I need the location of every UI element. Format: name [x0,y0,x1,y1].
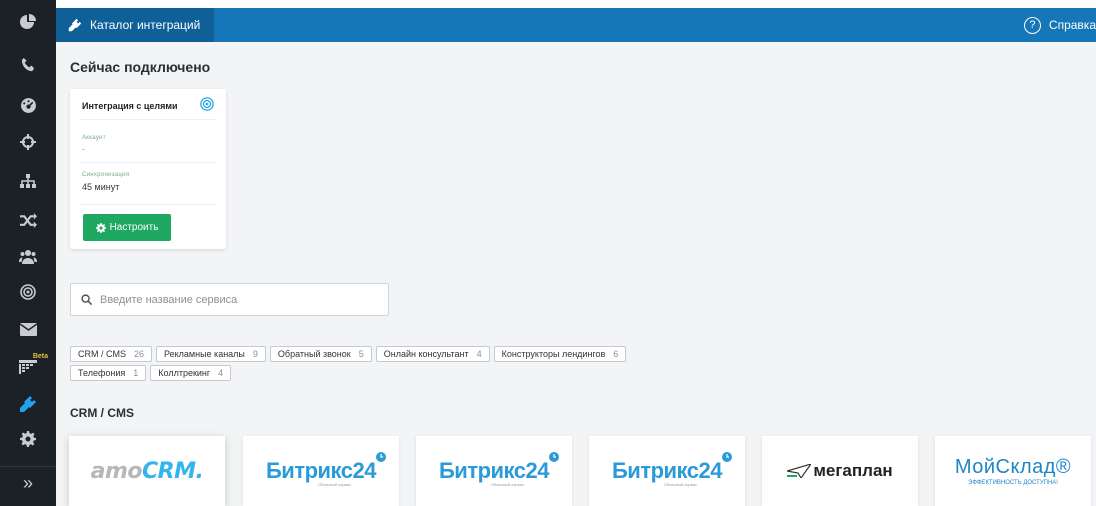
target-icon [200,97,214,111]
bitrix24-logo: Битрикс24 Облачный сервис [612,452,732,487]
question-circle-icon: ? [1023,16,1041,34]
chip-count: 5 [358,349,364,359]
chip-count: 1 [133,368,139,378]
integration-tile-moysklad[interactable]: МойСклад® ЭФФЕКТИВНОСТЬ ДОСТУПНА! [935,436,1091,506]
filter-chip-crm-cms[interactable]: CRM / CMS 26 [70,346,153,362]
clock-icon [549,452,559,462]
envelope-icon [19,322,37,336]
integration-tile-megaplan[interactable]: мегаплан [762,436,918,506]
sidebar-item-integrations[interactable] [0,386,56,422]
search-input[interactable] [100,293,380,306]
filter-chip-landing-builders[interactable]: Конструкторы лендингов 6 [493,346,627,362]
dashboard-gauge-icon [20,97,36,113]
plug-icon [68,18,82,32]
sidebar-item-reports[interactable] [0,4,56,40]
plug-icon [20,396,36,412]
service-search[interactable] [70,283,389,316]
filter-row: CRM / CMS 26 Рекламные каналы 9 Обратный з… [70,346,790,362]
filter-chip-online-chat[interactable]: Онлайн консультант 4 [375,346,490,362]
sidebar-item-dashboard[interactable] [0,87,56,123]
main-content: Сейчас подключено Интеграция с целями Ак… [56,42,1096,506]
sidebar-item-structure[interactable] [0,163,56,199]
tab-integration-catalog[interactable]: Каталог интеграций [56,8,214,42]
divider [80,162,216,163]
chip-label: CRM / CMS [78,349,126,359]
chip-label: Коллтрекинг [158,368,211,378]
account-value: - [82,144,85,154]
gear-icon [95,222,106,233]
chip-label: Телефония [78,368,126,378]
paper-plane-icon [787,464,812,478]
grid-board-icon [19,360,37,374]
clock-icon [722,452,732,462]
divider [80,204,216,205]
sync-label: Синхронизация [82,172,130,178]
chip-label: Обратный звонок [277,349,351,359]
amocrm-logo: amoCRM. [90,458,204,484]
card-title: Интеграция с целями [82,101,178,111]
search-icon [81,294,92,305]
beta-badge: Beta [32,353,48,360]
pie-chart-icon [20,14,36,29]
crosshair-icon [20,134,36,150]
chip-label: Рекламные каналы [164,349,245,359]
sidebar-item-calls[interactable] [0,46,56,82]
integration-tile-bitrix24[interactable]: Битрикс24 Облачный сервис [589,436,745,506]
sidebar-item-targeting[interactable] [0,124,56,160]
sidebar: Beta » [0,0,56,506]
integration-tiles: amoCRM. Битрикс24 Облачный сервис Битрик… [69,436,1096,506]
chip-count: 4 [476,349,482,359]
filter-chip-telephony[interactable]: Телефония 1 [70,365,147,381]
sidebar-item-beta-board[interactable]: Beta [0,349,56,385]
category-filters: CRM / CMS 26 Рекламные каналы 9 Обратный з… [70,346,790,384]
chip-label: Конструкторы лендингов [501,349,606,359]
chip-count: 26 [134,349,145,359]
sidebar-item-settings[interactable] [0,421,56,457]
sync-value: 45 минут [82,182,120,192]
sidebar-item-audience[interactable] [0,238,56,274]
chip-label: Онлайн консультант [383,349,469,359]
top-bar: Каталог интеграций ? Справка [56,8,1096,42]
filter-chip-ad-channels[interactable]: Рекламные каналы 9 [156,346,266,362]
tab-label: Каталог интеграций [90,18,201,32]
filter-chip-callback[interactable]: Обратный звонок 5 [269,346,372,362]
divider [80,119,216,120]
megaplan-logo: мегаплан [787,461,893,481]
sidebar-item-goals[interactable] [0,274,56,310]
sidebar-item-routing[interactable] [0,202,56,238]
account-label: Аккаунт [82,135,106,141]
help-label: Справка [1048,18,1096,32]
connected-heading: Сейчас подключено [70,59,211,75]
gear-icon [20,431,36,447]
target-icon [20,284,36,300]
sitemap-icon [20,174,36,188]
configure-button[interactable]: Настроить [83,214,171,241]
connected-integration-card: Интеграция с целями Аккаунт - Синхрониза… [70,89,226,249]
clock-icon [376,452,386,462]
filter-row: Телефония 1 Коллтрекинг 4 [70,365,790,381]
help-link[interactable]: ? Справка [1023,8,1096,42]
integration-tile-bitrix24[interactable]: Битрикс24 Облачный сервис [243,436,399,506]
configure-button-label: Настроить [109,222,159,233]
shuffle-icon [19,212,37,228]
chip-count: 9 [252,349,258,359]
bitrix24-logo: Битрикс24 Облачный сервис [266,452,386,487]
moysklad-logo: МойСклад® ЭФФЕКТИВНОСТЬ ДОСТУПНА! [954,456,1072,486]
users-icon [19,249,37,264]
filter-chip-calltracking[interactable]: Коллтрекинг 4 [150,365,232,381]
bitrix24-logo: Битрикс24 Облачный сервис [439,452,559,487]
sidebar-item-mail[interactable] [0,311,56,347]
chip-count: 6 [613,349,619,359]
integration-tile-bitrix24[interactable]: Битрикс24 Облачный сервис [416,436,572,506]
chip-count: 4 [218,368,224,378]
category-heading: CRM / CMS [70,406,134,420]
integration-tile-amocrm[interactable]: amoCRM. [69,436,225,506]
phone-icon [21,57,34,71]
sidebar-expand-button[interactable]: » [0,466,56,500]
